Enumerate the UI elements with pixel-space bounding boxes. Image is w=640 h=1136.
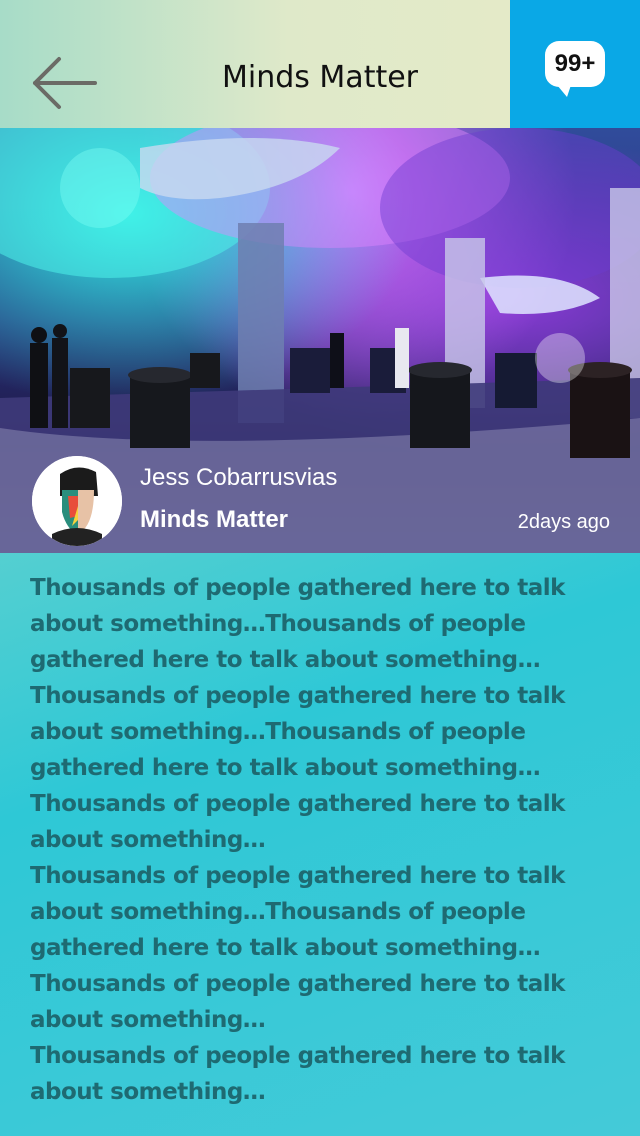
notifications-button[interactable]: 99+ (510, 0, 640, 128)
author-portrait-icon (32, 456, 122, 546)
post-paragraph: Thousands of people gathered here to tal… (30, 575, 565, 853)
back-button[interactable] (24, 48, 104, 118)
notification-count: 99+ (554, 50, 596, 77)
avatar[interactable] (32, 456, 122, 546)
author-name[interactable]: Jess Cobarrusvias (140, 464, 337, 492)
post-paragraph: Thousands of people gathered here to tal… (30, 1043, 565, 1105)
post-timestamp: 2days ago (517, 511, 610, 533)
page-title: Minds Matter (221, 60, 419, 95)
chat-bubble-icon: 99+ (545, 41, 605, 97)
channel-name[interactable]: Minds Matter (140, 506, 288, 534)
post-paragraph: Thousands of people gathered here to tal… (30, 863, 565, 1033)
post-body: Thousands of people gathered here to tal… (30, 570, 610, 1110)
top-bar: Minds Matter 99+ (0, 0, 640, 128)
arrow-left-icon (33, 57, 97, 109)
